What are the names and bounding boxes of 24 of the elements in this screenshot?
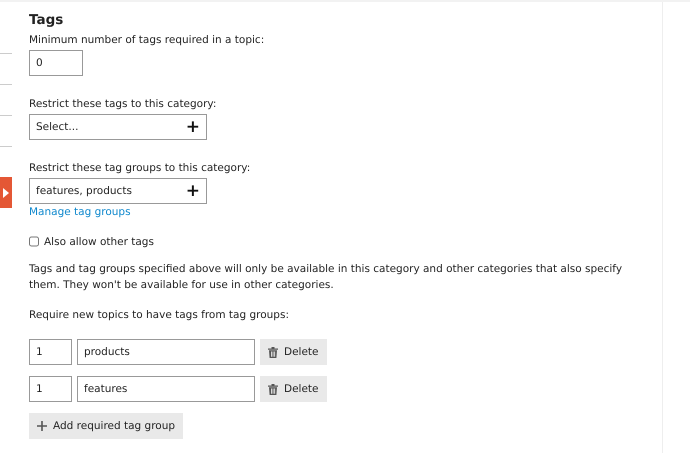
count-field[interactable]: 1 <box>29 376 72 402</box>
count-field[interactable]: 1 <box>29 339 72 365</box>
plus-icon <box>37 421 47 431</box>
field-label: Require new topics to have tags from tag groups: <box>29 309 289 321</box>
tag-selector[interactable]: Select... + <box>29 114 207 140</box>
checkbox-label: Also allow other tags <box>44 236 154 248</box>
field-label: Restrict these tag groups to this category: <box>29 162 250 174</box>
input-field[interactable]: 0 <box>29 50 83 76</box>
field-label: Minimum number of tags required in a topic: <box>29 34 264 46</box>
tag-group-selector[interactable]: features, products + <box>29 178 207 204</box>
delete-button[interactable]: Delete <box>260 376 326 402</box>
checkbox[interactable] <box>29 235 39 248</box>
tag-group-field[interactable]: features <box>77 376 255 402</box>
section-title: Tags <box>29 12 64 28</box>
delete-button[interactable]: Delete <box>260 339 326 365</box>
description-text: Tags and tag groups specified above will only be available in this category and other categories that also specify them. They won't be available for use in other categories. <box>29 262 624 293</box>
tag-group-field[interactable]: products <box>77 339 255 365</box>
manage-tag-groups-link[interactable]: Manage tag groups <box>29 206 131 218</box>
field-label: Restrict these tags to this category: <box>29 98 216 110</box>
sidebar-toggle-button[interactable] <box>0 177 12 208</box>
trash-icon <box>268 384 278 394</box>
add-required-tag-group-button[interactable]: Add required tag group <box>29 413 184 439</box>
trash-icon <box>268 346 278 358</box>
caret-icon <box>3 188 9 198</box>
